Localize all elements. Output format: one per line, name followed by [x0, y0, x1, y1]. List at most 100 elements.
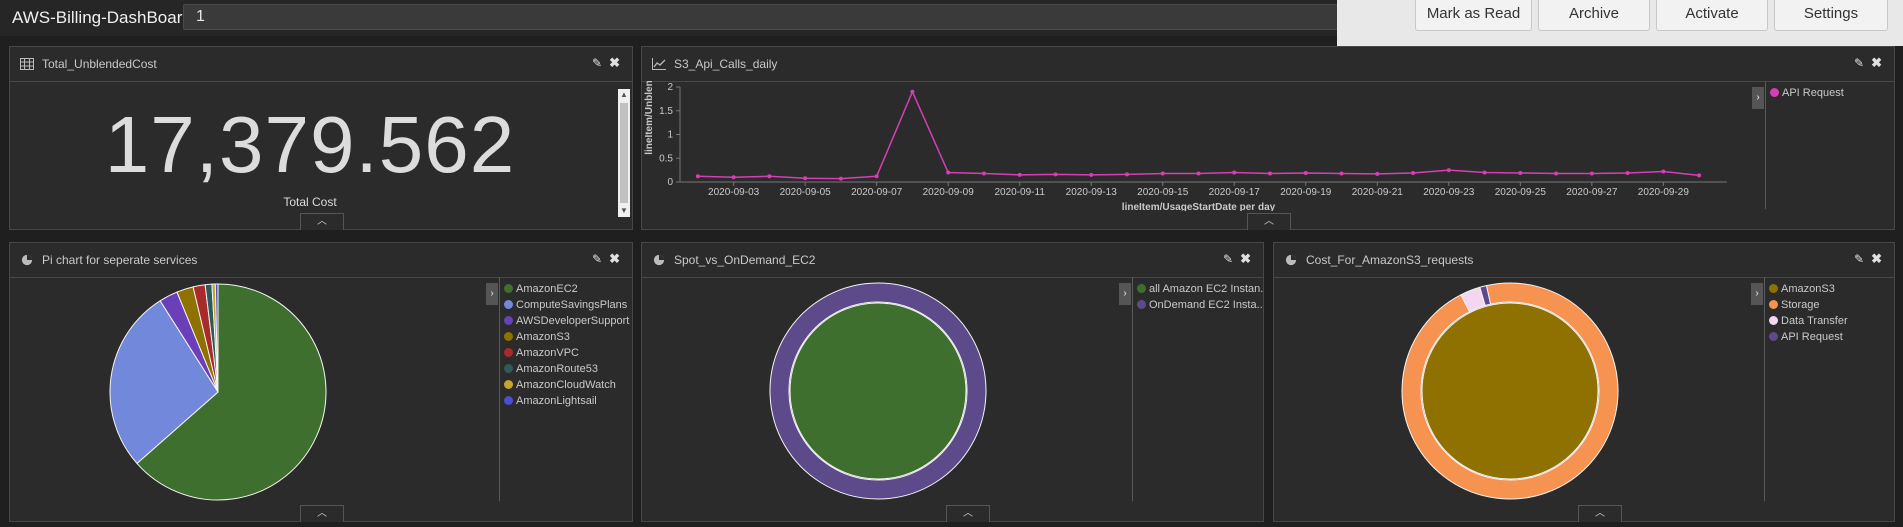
- legend-item-amazonvpc[interactable]: AmazonVPC: [504, 345, 632, 361]
- table-icon: [20, 58, 34, 70]
- legend-item-amazons3[interactable]: AmazonS3: [504, 329, 632, 345]
- legend-label: AmazonS3: [516, 331, 570, 343]
- legend-swatch: [504, 284, 513, 293]
- data-point: [1411, 170, 1416, 175]
- scroll-up-arrow-icon[interactable]: ▲: [618, 89, 630, 101]
- chevron-right-icon[interactable]: ›: [1752, 87, 1764, 109]
- panel-title: S3_Api_Calls_daily: [674, 57, 778, 71]
- data-point: [1661, 169, 1666, 174]
- legend-item-computesavingsplans[interactable]: ComputeSavingsPlans: [504, 297, 632, 313]
- legend-swatch: [504, 364, 513, 373]
- legend-item-amazons3[interactable]: AmazonS3: [1769, 281, 1894, 297]
- data-point: [1589, 171, 1594, 176]
- panel-header: Pi chart for seperate services ✎ ✖: [10, 243, 632, 278]
- legend-label: AmazonS3: [1781, 283, 1835, 295]
- panel-spot-vs-ondemand: Spot_vs_OnDemand_EC2 ✎ ✖ › all Amazon EC…: [641, 242, 1264, 522]
- legend-label: API Request: [1781, 331, 1843, 343]
- data-point: [981, 171, 986, 176]
- data-point: [803, 176, 808, 181]
- legend-label: AWSDeveloperSupport: [516, 315, 630, 327]
- data-point: [1625, 170, 1630, 175]
- legend-item-ondemand-ec2-insta[interactable]: OnDemand EC2 Insta...: [1137, 297, 1263, 313]
- x-tick-label: 2020-09-29: [1638, 187, 1690, 198]
- legend-item-amazonec2[interactable]: AmazonEC2: [504, 281, 632, 297]
- mark-as-read-button[interactable]: Mark as Read: [1415, 0, 1532, 31]
- spot-vs-ondemand-donut-chart: [769, 282, 987, 500]
- series-line-api-request: [697, 89, 1700, 180]
- scrollbar-thumb[interactable]: [620, 103, 628, 203]
- legend-item-data-transfer[interactable]: Data Transfer: [1769, 313, 1894, 329]
- data-point: [1446, 168, 1451, 173]
- chevron-right-icon[interactable]: ›: [1119, 283, 1131, 305]
- data-point: [1196, 171, 1201, 176]
- dashboard-name-input[interactable]: [183, 4, 1363, 30]
- data-point: [1303, 170, 1308, 175]
- scroll-down-arrow-icon[interactable]: ▼: [618, 205, 630, 217]
- legend-swatch: [1769, 316, 1778, 325]
- archive-button[interactable]: Archive: [1538, 0, 1650, 31]
- panel-header: Cost_For_AmazonS3_requests ✎ ✖: [1274, 243, 1894, 278]
- legend-item-api-request[interactable]: API Request: [1769, 329, 1894, 345]
- legend-label: Data Transfer: [1781, 315, 1848, 327]
- pencil-icon[interactable]: ✎: [592, 56, 602, 70]
- chevron-up-icon[interactable]: ︿: [300, 505, 344, 522]
- action-bar: Mark as Read Archive Activate Settings: [1337, 0, 1903, 46]
- legend-swatch: [504, 380, 513, 389]
- pencil-icon[interactable]: ✎: [592, 252, 602, 266]
- legend-item-amazoncloudwatch[interactable]: AmazonCloudWatch: [504, 377, 632, 393]
- chevron-up-icon[interactable]: ︿: [946, 505, 990, 522]
- legend-item-amazonlightsail[interactable]: AmazonLightsail: [504, 393, 632, 409]
- close-icon[interactable]: ✖: [609, 251, 620, 267]
- x-tick-label: 2020-09-25: [1495, 187, 1547, 198]
- data-point: [1518, 170, 1523, 175]
- close-icon[interactable]: ✖: [1871, 251, 1882, 267]
- close-icon[interactable]: ✖: [1240, 251, 1251, 267]
- close-icon[interactable]: ✖: [1871, 55, 1882, 71]
- pie-chart-icon: [1285, 254, 1297, 266]
- x-tick-label: 2020-09-13: [1066, 187, 1118, 198]
- chart-legend: › all Amazon EC2 Instan... OnDemand EC2 I…: [1119, 277, 1263, 501]
- data-point: [1268, 171, 1273, 176]
- data-point: [910, 89, 915, 94]
- legend-item-amazonroute53[interactable]: AmazonRoute53: [504, 361, 632, 377]
- pencil-icon[interactable]: ✎: [1854, 56, 1864, 70]
- panel-s3-api-calls-daily: S3_Api_Calls_daily ✎ ✖ 0 0.5 1 1.5 2 2020-09-…: [641, 46, 1895, 230]
- legend-item-awsdevelopersupport[interactable]: AWSDeveloperSupport: [504, 313, 632, 329]
- activate-button[interactable]: Activate: [1656, 0, 1768, 31]
- legend-item[interactable]: API Request: [1770, 85, 1894, 101]
- y-tick-label: 2: [667, 82, 673, 93]
- vertical-scrollbar[interactable]: ▲ ▼: [618, 89, 630, 217]
- pencil-icon[interactable]: ✎: [1223, 252, 1233, 266]
- data-point: [1053, 172, 1058, 177]
- y-tick-label: 1.5: [659, 106, 673, 117]
- data-point: [1375, 171, 1380, 176]
- legend-label: Storage: [1781, 299, 1820, 311]
- close-icon[interactable]: ✖: [609, 55, 620, 71]
- data-point: [767, 174, 772, 179]
- donut-inner-all-amazon-ec2-instan: [789, 302, 967, 480]
- legend-label: all Amazon EC2 Instan...: [1149, 283, 1263, 295]
- settings-button[interactable]: Settings: [1774, 0, 1888, 31]
- data-point: [1554, 171, 1559, 176]
- legend-swatch: [1769, 284, 1778, 293]
- legend-item-all-amazon-ec2-instan[interactable]: all Amazon EC2 Instan...: [1137, 281, 1263, 297]
- chevron-right-icon[interactable]: ›: [1751, 283, 1763, 305]
- x-tick-label: 2020-09-21: [1352, 187, 1404, 198]
- chevron-right-icon[interactable]: ›: [486, 283, 498, 305]
- panel-title: Pi chart for seperate services: [42, 253, 198, 267]
- data-point: [1482, 170, 1487, 175]
- x-tick-label: 2020-09-07: [851, 187, 903, 198]
- legend-item-storage[interactable]: Storage: [1769, 297, 1894, 313]
- chevron-up-icon[interactable]: ︿: [1578, 505, 1622, 522]
- chevron-up-icon[interactable]: ︿: [300, 213, 344, 230]
- legend-label: ComputeSavingsPlans: [516, 299, 628, 311]
- panel-title: Cost_For_AmazonS3_requests: [1306, 253, 1474, 267]
- pencil-icon[interactable]: ✎: [1854, 252, 1864, 266]
- y-axis-label: lineItem/Unblend: [644, 81, 655, 155]
- chevron-up-icon[interactable]: ︿: [1247, 213, 1291, 230]
- legend-swatch: [1769, 300, 1778, 309]
- x-tick-label: 2020-09-19: [1280, 187, 1332, 198]
- legend-label: OnDemand EC2 Insta...: [1149, 299, 1263, 311]
- data-point: [1232, 170, 1237, 175]
- legend-label: AmazonLightsail: [516, 395, 597, 407]
